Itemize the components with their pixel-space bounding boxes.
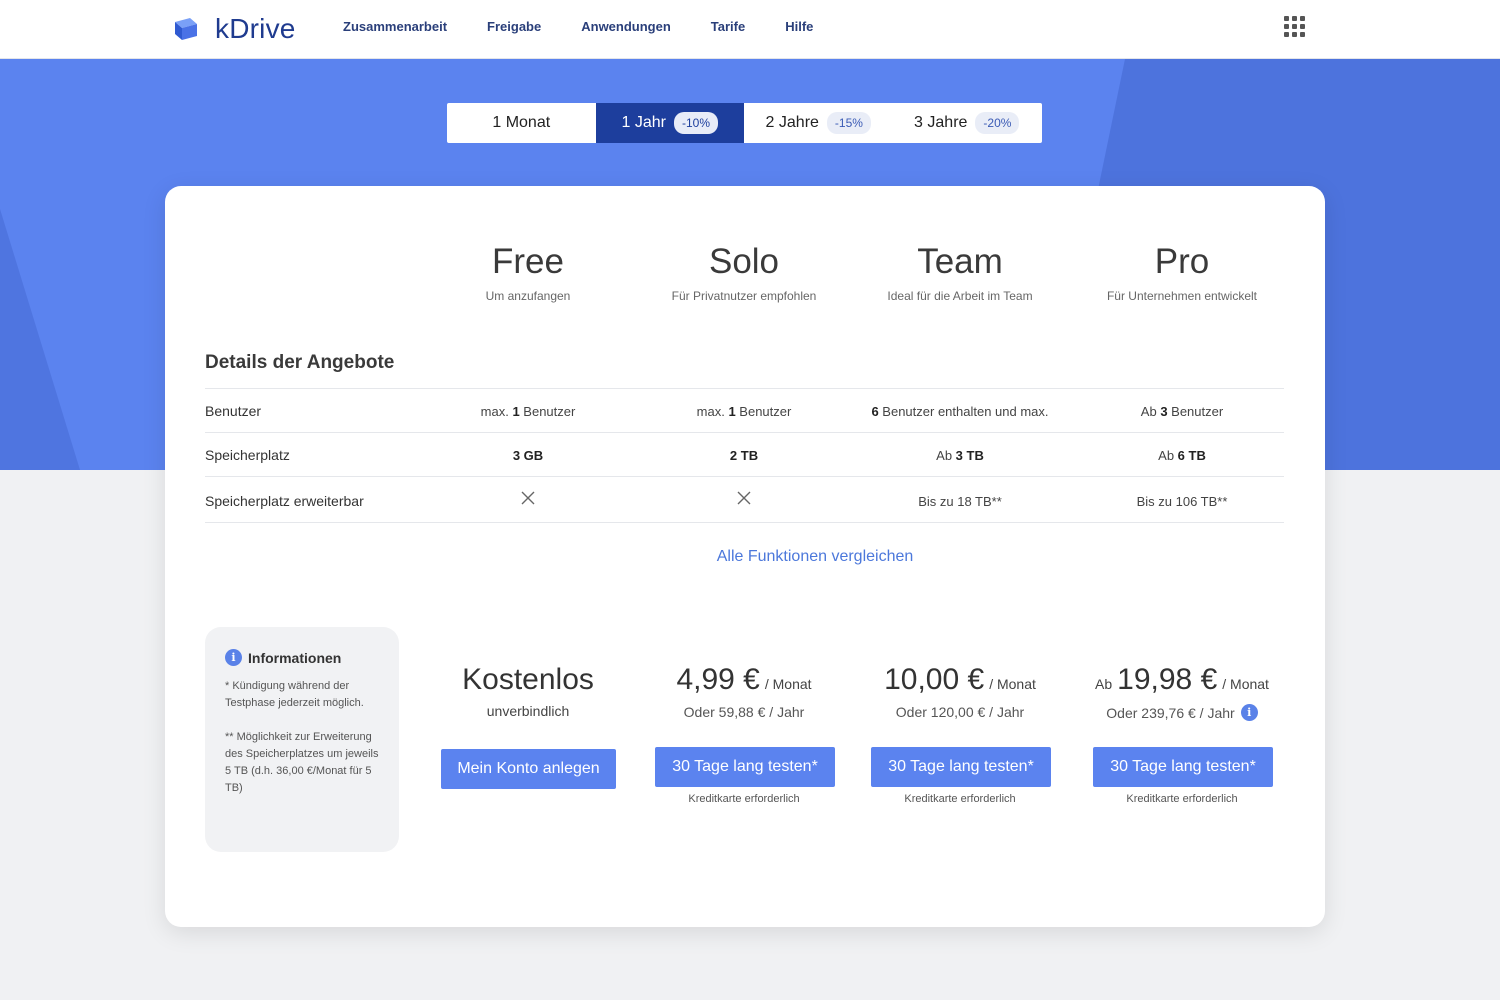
info-title-text: Informationen [248,649,342,666]
discount-badge: -15% [826,112,871,134]
price-unit: / Monat [989,676,1036,692]
price-solo: 4,99 € / Monat Oder 59,88 € / Jahr [636,662,852,720]
price-unit: / Monat [1222,676,1269,692]
kdrive-logo[interactable]: kDrive [172,13,296,45]
cell-pro: Bis zu 106 TB** [1136,494,1228,509]
plan-subtitle: Für Privatnutzer empfohlen [671,289,817,303]
price-pro: Ab 19,98 € / Monat Oder 239,76 € / Jahr … [1074,662,1290,721]
plan-pro-header: Pro Für Unternehmen entwickelt [1074,242,1290,303]
plan-name: Solo [708,242,780,281]
kdrive-logo-icon [175,18,197,40]
cell-pro: Ab 3 Benutzer [1140,404,1224,419]
plan-name: Pro [1154,242,1210,281]
price-amount: 4,99 € [676,663,760,696]
table-row-erweiterbar: Speicherplatz erweiterbar Bis zu 18 TB**… [205,476,1284,523]
row-label: Benutzer [205,403,262,419]
cell-free: 3 GB [512,448,544,463]
price-yearly-row: Oder 239,76 € / Jahr i [1074,704,1290,721]
period-label: 3 Jahre [914,114,968,131]
pricing-card: Free Um anzufangen Solo Für Privatnutzer… [165,186,1325,927]
cell-team: Ab 3 TB [936,448,984,463]
nav-anwendungen[interactable]: Anwendungen [581,19,671,34]
cell-free: max. 1 Benutzer [480,404,576,419]
nav-zusammenarbeit[interactable]: Zusammenarbeit [343,19,447,34]
info-box: i Informationen * Kündigung während der … [205,627,399,852]
table-row-benutzer: Benutzer max. 1 Benutzer max. 1 Benutzer… [205,388,1284,432]
plan-name: Free [492,242,564,281]
row-label: Speicherplatz erweiterbar [205,493,364,509]
solo-trial-button[interactable]: 30 Tage lang testen* [655,747,835,787]
details-table: Benutzer max. 1 Benutzer max. 1 Benutzer… [205,388,1284,523]
price-team: 10,00 € / Monat Oder 120,00 € / Jahr [852,662,1068,720]
details-title: Details der Angebote [205,352,395,373]
create-account-button[interactable]: Mein Konto anlegen [441,749,616,789]
price-free-label: Kostenlos [462,663,594,696]
team-trial-button[interactable]: 30 Tage lang testen* [871,747,1051,787]
cell-solo [636,490,852,509]
info-note-storage: ** Möglichkeit zur Erweiterung des Speic… [225,731,379,794]
table-row-speicherplatz: Speicherplatz 3 GB 2 TB Ab 3 TB Ab 6 TB [205,432,1284,476]
price-free: Kostenlos unverbindlich [420,662,636,719]
brand-name: kDrive [215,13,296,44]
price-amount: 10,00 € [884,663,985,696]
discount-badge: -20% [975,112,1020,134]
period-1-monat[interactable]: 1 Monat [447,103,596,143]
cell-free [420,490,636,509]
price-yearly: Oder 239,76 € / Jahr [1106,704,1235,721]
plan-subtitle: Um anzufangen [485,289,571,303]
credit-card-note: Kreditkarte erforderlich [688,793,800,805]
period-label: 1 Jahr [621,114,666,131]
price-prefix: Ab [1095,676,1113,692]
info-icon[interactable]: i [1240,704,1258,721]
period-1-jahr[interactable]: 1 Jahr -10% [595,103,744,143]
period-3-jahre[interactable]: 3 Jahre -20% [893,103,1042,143]
period-label: 1 Monat [492,114,551,131]
price-yearly: Oder 120,00 € / Jahr [895,704,1025,720]
period-label: 2 Jahre [765,114,819,131]
pro-trial-button[interactable]: 30 Tage lang testen* [1093,747,1273,787]
cell-team: 6 Benutzer enthalten und max. [871,404,1049,419]
x-icon [521,491,535,505]
plan-solo-header: Solo Für Privatnutzer empfohlen [636,242,852,303]
period-2-jahre[interactable]: 2 Jahre -15% [744,103,893,143]
plan-subtitle: Ideal für die Arbeit im Team [887,289,1033,303]
price-yearly: Oder 59,88 € / Jahr [683,704,805,720]
credit-card-note: Kreditkarte erforderlich [1126,793,1238,805]
cell-team: Bis zu 18 TB** [918,494,1002,509]
credit-card-note: Kreditkarte erforderlich [904,793,1016,805]
price-unit: / Monat [764,676,812,692]
info-note-cancel: * Kündigung während der Testphase jederz… [225,680,364,709]
main-nav: Zusammenarbeit Freigabe Anwendungen Tari… [343,19,853,34]
nav-tarife[interactable]: Tarife [711,19,745,34]
x-icon [737,491,751,505]
cell-solo: 2 TB [729,448,759,463]
cell-pro: Ab 6 TB [1158,448,1206,463]
plan-team-header: Team Ideal für die Arbeit im Team [852,242,1068,303]
top-header: kDrive Zusammenarbeit Freigabe Anwendung… [0,0,1500,59]
plan-free-header: Free Um anzufangen [420,242,636,303]
price-free-subtitle: unverbindlich [486,703,570,719]
plan-subtitle: Für Unternehmen entwickelt [1106,289,1258,303]
cell-solo: max. 1 Benutzer [696,404,792,419]
compare-all-features-link[interactable]: Alle Funktionen vergleichen [165,548,1465,566]
apps-grid-icon[interactable] [1284,16,1305,37]
nav-hilfe[interactable]: Hilfe [785,19,813,34]
row-label: Speicherplatz [205,447,290,463]
billing-period-switch: 1 Monat 1 Jahr -10% 2 Jahre -15% 3 Jahre… [447,103,1042,143]
price-amount: 19,98 € [1117,663,1218,696]
nav-freigabe[interactable]: Freigabe [487,19,541,34]
discount-badge: -10% [673,112,718,134]
info-icon: i [225,649,242,666]
plan-name: Team [917,242,1003,281]
info-title: i Informationen [225,649,379,666]
